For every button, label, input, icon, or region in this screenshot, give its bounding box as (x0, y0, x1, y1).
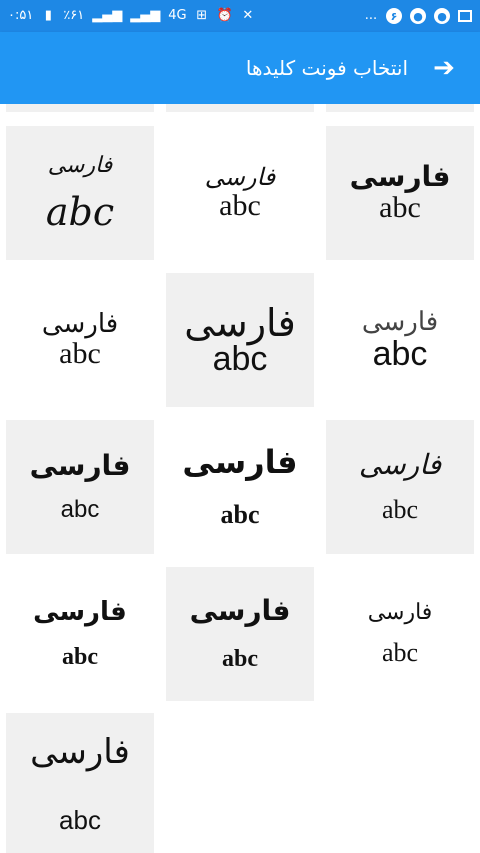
font-tile-13[interactable]: فارسی abc (6, 713, 154, 853)
mute-icon: ✕ (242, 8, 254, 23)
battery-icon: ▮ (44, 8, 52, 23)
farsi-sample: فارسی (204, 163, 276, 191)
font-tile-5[interactable]: فارسی abc (166, 273, 314, 407)
farsi-sample: فارسی (358, 448, 442, 481)
latin-sample: abc (219, 189, 261, 222)
partial-tile-2 (166, 104, 314, 112)
farsi-sample: فارسی (349, 160, 451, 193)
font-tile-9[interactable]: فارسی abc (326, 420, 474, 554)
latin-sample: abc (62, 644, 98, 670)
font-grid: فارسی abc فارسی abc فارسی abc فارسی abc … (0, 104, 480, 853)
latin-sample: abc (381, 638, 419, 667)
arrow-right-icon[interactable]: ➔ (430, 53, 458, 83)
farsi-sample: فارسی (47, 153, 113, 178)
time-text: ۰:۵۱ (8, 8, 34, 23)
font-tile-12[interactable]: فارسی abc (326, 567, 474, 701)
latin-sample: abc (220, 500, 260, 529)
battery-percent: ٪۶۱ (63, 8, 85, 23)
latin-sample: abc (372, 335, 428, 373)
farsi-sample: فارسی (41, 309, 119, 339)
farsi-sample: فارسی (189, 594, 291, 627)
page-title: انتخاب فونت کلیدها (245, 56, 408, 80)
latin-sample: abc (381, 495, 419, 524)
latin-sample: abc (212, 340, 268, 378)
more-indicator: ... (364, 8, 378, 23)
font-tile-10[interactable]: فارسی abc (6, 567, 154, 701)
latin-sample: abc (60, 496, 100, 523)
font-tile-2[interactable]: فارسی abc (166, 126, 314, 260)
hotspot-icon: ⊞ (196, 8, 208, 23)
dot-icon: ● (434, 8, 450, 24)
partial-tile-1 (6, 104, 154, 112)
font-tile-7[interactable]: فارسی abc (6, 420, 154, 554)
image-icon (458, 10, 472, 22)
font-tile-8[interactable]: فارسی abc (166, 420, 314, 554)
signal-icon: ▂▄▆ (92, 8, 123, 23)
farsi-sample: فارسی (29, 449, 131, 482)
farsi-sample: فارسی (367, 600, 433, 625)
latin-sample: abc (45, 190, 115, 234)
font-tile-4[interactable]: فارسی abc (6, 273, 154, 407)
latin-sample: abc (222, 646, 258, 672)
farsi-sample: فارسی (33, 597, 127, 627)
latin-sample: abc (59, 337, 101, 370)
farsi-sample: فارسی (30, 732, 130, 772)
status-bar: ۰:۵۱ ▮ ٪۶۱ ▂▄▆ ▂▄▆ 4G ⊞ ⏰ ✕ ... ۶ ● ● (0, 0, 480, 32)
font-tile-6[interactable]: فارسی abc (326, 273, 474, 407)
latin-sample: abc (59, 805, 101, 835)
font-tile-1[interactable]: فارسی abc (6, 126, 154, 260)
farsi-sample: فارسی (182, 443, 298, 481)
latin-sample: abc (379, 191, 421, 224)
partial-tile-3 (326, 104, 474, 112)
alarm-icon: ⏰ (216, 8, 233, 23)
font-tile-3[interactable]: فارسی abc (326, 126, 474, 260)
location-icon: ● (410, 8, 426, 24)
notification-count-icon: ۶ (386, 8, 402, 24)
status-right: ... ۶ ● ● (364, 8, 472, 24)
network-type: 4G (168, 8, 187, 23)
signal-icon-2: ▂▄▆ (130, 8, 161, 23)
status-left: ۰:۵۱ ▮ ٪۶۱ ▂▄▆ ▂▄▆ 4G ⊞ ⏰ ✕ (8, 8, 255, 24)
app-bar: انتخاب فونت کلیدها ➔ (0, 32, 480, 104)
farsi-sample: فارسی (361, 307, 439, 337)
font-tile-11[interactable]: فارسی abc (166, 567, 314, 701)
farsi-sample: فارسی (184, 301, 296, 345)
